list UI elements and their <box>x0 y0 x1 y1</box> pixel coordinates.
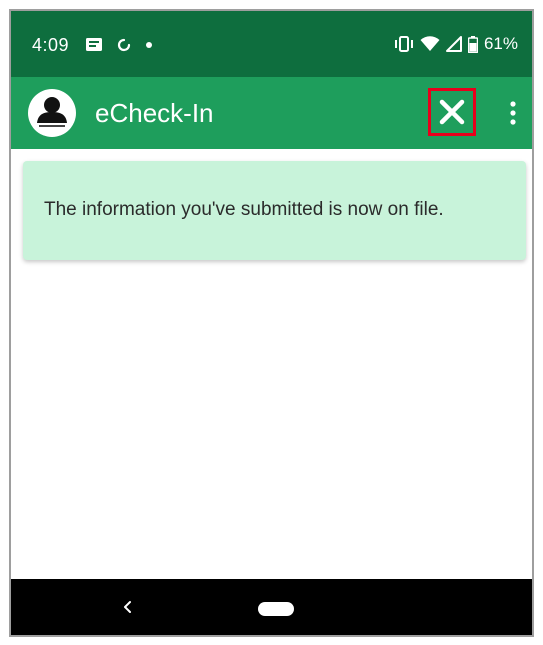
success-message-text: The information you've submitted is now … <box>44 199 444 220</box>
battery-percentage: 61% <box>483 34 518 53</box>
system-navigation-bar <box>11 579 532 635</box>
status-system-icons: 61% <box>394 33 518 55</box>
person-silhouette-icon <box>37 97 67 127</box>
avatar[interactable] <box>28 89 76 137</box>
app-title: eCheck-In <box>95 98 214 128</box>
status-notifications <box>85 35 153 55</box>
back-icon[interactable] <box>117 595 137 619</box>
status-time: 4:09 <box>32 35 70 55</box>
dot-icon <box>146 42 152 48</box>
home-pill-icon[interactable] <box>258 602 294 616</box>
status-bar: 4:09 61% <box>11 11 532 77</box>
notification-icon <box>86 38 102 51</box>
signal-icon <box>445 36 462 52</box>
more-vertical-icon <box>510 101 516 125</box>
phone-screen: 4:09 61% eCheck-In The information you'v… <box>9 9 534 637</box>
main-content: The information you've submitted is now … <box>11 149 532 579</box>
battery-icon <box>467 35 478 53</box>
close-icon <box>439 99 465 125</box>
screenshot-frame: 4:09 61% eCheck-In The information you'v… <box>0 0 543 645</box>
success-message-card: The information you've submitted is now … <box>23 161 526 260</box>
sync-icon <box>117 38 131 52</box>
wifi-icon <box>420 36 440 51</box>
close-button[interactable] <box>428 88 476 136</box>
more-options-button[interactable] <box>501 95 525 131</box>
vibrate-icon <box>394 36 413 52</box>
app-bar: eCheck-In <box>11 77 532 149</box>
